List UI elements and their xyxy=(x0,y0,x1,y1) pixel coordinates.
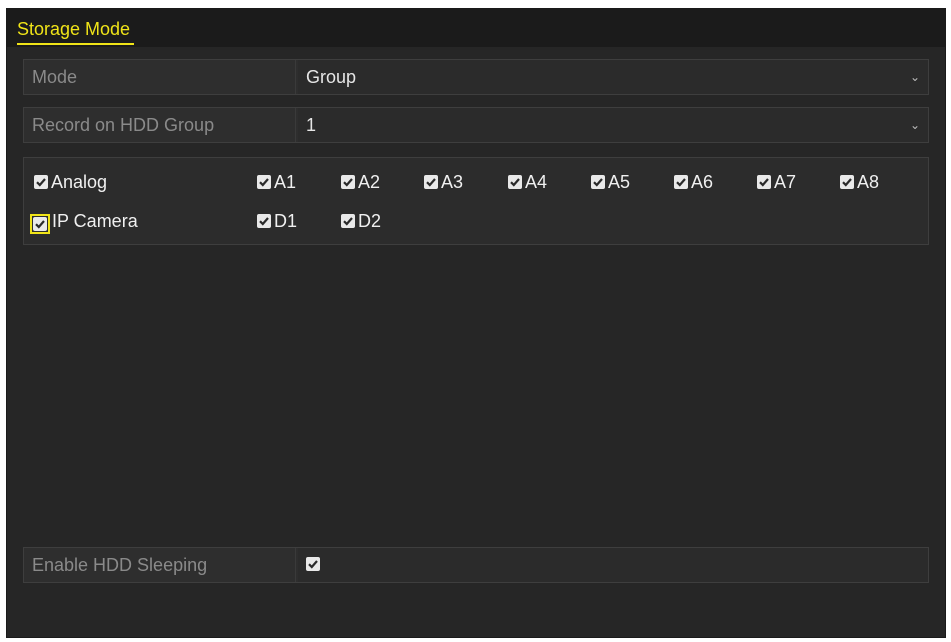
tab-storage-mode[interactable]: Storage Mode xyxy=(17,17,135,45)
check-icon xyxy=(424,175,438,189)
camera-selection-panel: Analog A1 A2 A3 A4 A5 A6 A7 A8 IP Camera xyxy=(23,157,929,245)
channel-d2-label: D2 xyxy=(358,211,382,231)
chevron-down-icon: ⌄ xyxy=(909,118,920,132)
ip-camera-label: IP Camera xyxy=(52,211,138,231)
channel-a5-checkbox[interactable]: A5 xyxy=(591,170,630,194)
check-icon xyxy=(341,175,355,189)
channel-a8-label: A8 xyxy=(857,172,880,192)
check-icon xyxy=(33,217,47,231)
focus-highlight xyxy=(30,214,50,234)
check-icon xyxy=(341,214,355,228)
channel-a7-checkbox[interactable]: A7 xyxy=(757,170,796,194)
hdd-group-select[interactable]: 1 ⌄ xyxy=(298,108,928,142)
check-icon xyxy=(674,175,688,189)
hdd-sleeping-label: Enable HDD Sleeping xyxy=(24,548,296,582)
channel-a1-label: A1 xyxy=(274,172,297,192)
channel-d2-checkbox[interactable]: D2 xyxy=(341,209,381,233)
check-icon xyxy=(308,560,318,569)
storage-mode-window: Storage Mode Mode Group ⌄ Record on HDD … xyxy=(6,8,946,638)
mode-label: Mode xyxy=(24,60,296,94)
check-icon xyxy=(757,175,771,189)
channel-a2-checkbox[interactable]: A2 xyxy=(341,170,380,194)
check-icon xyxy=(591,175,605,189)
channel-a7-label: A7 xyxy=(774,172,797,192)
check-icon xyxy=(34,175,48,189)
channel-a6-label: A6 xyxy=(691,172,714,192)
ip-camera-checkbox[interactable]: IP Camera xyxy=(30,209,138,234)
channel-a1-checkbox[interactable]: A1 xyxy=(257,170,296,194)
analog-checkbox[interactable]: Analog xyxy=(34,170,107,194)
hdd-group-row: Record on HDD Group 1 ⌄ xyxy=(23,107,929,143)
channel-a8-checkbox[interactable]: A8 xyxy=(840,170,879,194)
mode-value: Group xyxy=(306,67,357,87)
channel-a5-label: A5 xyxy=(608,172,631,192)
channel-a4-checkbox[interactable]: A4 xyxy=(508,170,547,194)
channel-a4-label: A4 xyxy=(525,172,548,192)
check-icon xyxy=(257,214,271,228)
hdd-sleeping-row: Enable HDD Sleeping xyxy=(23,547,929,583)
hdd-sleeping-checkbox[interactable] xyxy=(306,557,320,571)
chevron-down-icon: ⌄ xyxy=(909,70,920,84)
mode-row: Mode Group ⌄ xyxy=(23,59,929,95)
channel-a3-checkbox[interactable]: A3 xyxy=(424,170,463,194)
mode-select[interactable]: Group ⌄ xyxy=(298,60,928,94)
channel-a2-label: A2 xyxy=(358,172,381,192)
hdd-group-value: 1 xyxy=(306,115,317,135)
channel-d1-label: D1 xyxy=(274,211,298,231)
channel-a3-label: A3 xyxy=(441,172,464,192)
hdd-sleeping-value xyxy=(298,548,928,582)
check-icon xyxy=(257,175,271,189)
titlebar: Storage Mode xyxy=(7,9,945,47)
check-icon xyxy=(840,175,854,189)
channel-d1-checkbox[interactable]: D1 xyxy=(257,209,297,233)
check-icon xyxy=(508,175,522,189)
hdd-group-label: Record on HDD Group xyxy=(24,108,296,142)
channel-a6-checkbox[interactable]: A6 xyxy=(674,170,713,194)
analog-label: Analog xyxy=(51,172,108,192)
